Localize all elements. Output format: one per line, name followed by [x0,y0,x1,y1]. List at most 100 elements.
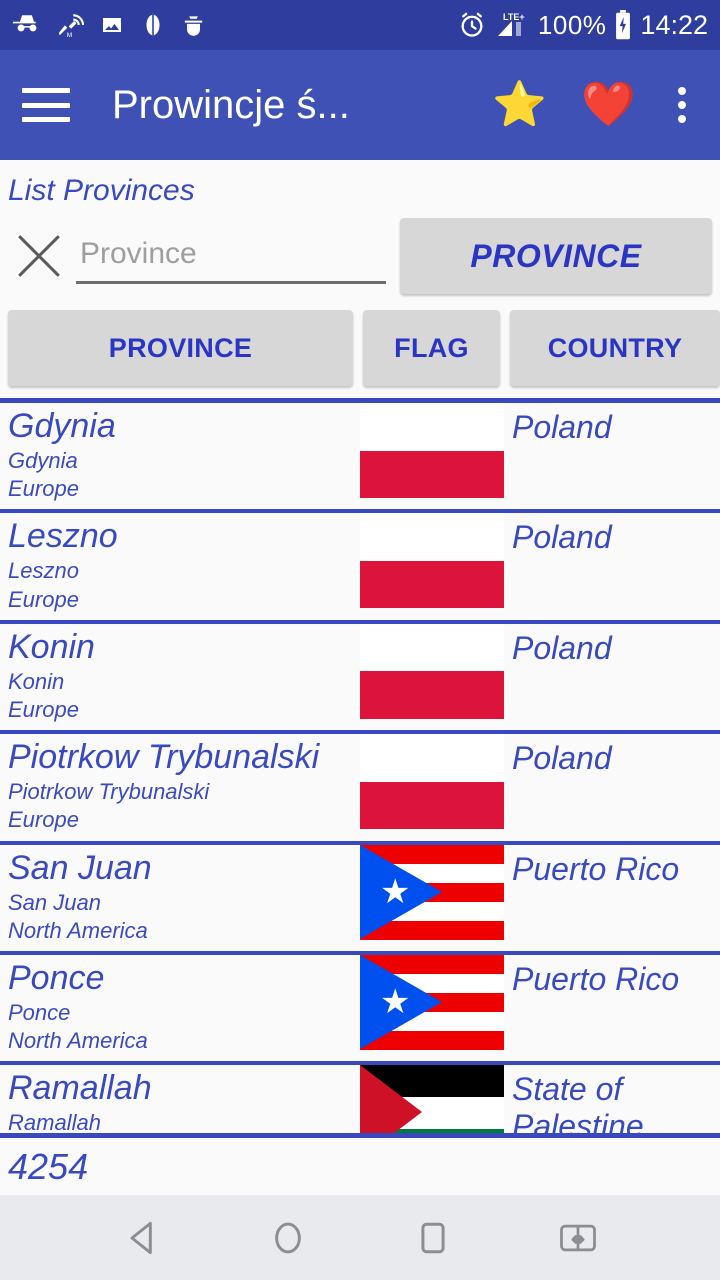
tab-country[interactable]: COUNTRY [510,310,720,386]
country-cell: Poland [504,624,720,730]
country-name: Puerto Rico [512,850,680,887]
flag-cell: ★ [360,844,504,951]
province-continent: Europe [8,697,79,723]
table-row[interactable]: Piotrkow Trybunalski Piotrkow Trybunalsk… [0,734,720,845]
alarm-icon [458,11,486,39]
province-name: San Juan [8,848,152,887]
recents-square-icon[interactable] [398,1203,468,1273]
row-text-block: San Juan San Juan North America [0,845,360,951]
country-cell: Poland [504,403,720,509]
province-name: Konin [8,627,95,666]
province-name: Ponce [8,958,105,997]
flag-cell [360,513,504,619]
app-bar-actions: ⭐ ❤️ [492,81,698,129]
flag-cell [360,1065,504,1133]
usb-icon [140,12,166,38]
province-input-wrapper [76,228,386,284]
battery-percent-label: 100% [537,9,607,40]
heart-icon[interactable]: ❤️ [581,83,636,127]
status-bar-right: LTE+ 100% 14:22 [458,10,708,41]
flag-cell [360,623,504,730]
country-name: Puerto Rico [512,960,680,997]
province-search-input[interactable] [76,228,386,284]
country-cell: Poland [504,734,720,840]
country-name: Poland [512,629,612,666]
search-row: PROVINCE [0,214,720,302]
app-bar: Prowincje ś... ⭐ ❤️ [0,50,720,160]
app-switch-icon[interactable] [543,1203,613,1273]
table-row[interactable]: Ramallah Ramallah Asia State of Palestin… [0,1065,720,1133]
table-row[interactable]: San Juan San Juan North America ★ Puerto… [0,844,720,955]
table-row[interactable]: Konin Konin Europe Poland [0,623,720,735]
province-search-button[interactable]: PROVINCE [400,218,712,294]
row-text-block: Ponce Ponce North America [0,955,360,1061]
status-bar: M LTE+ 100% 14:22 [0,0,720,50]
flag-puerto-rico-icon: ★ [360,954,504,1050]
network-signal-icon: LTE+ [494,10,530,40]
flag-poland-icon [360,403,504,498]
row-text-block: Leszno Leszno Europe [0,513,360,619]
tab-flag[interactable]: FLAG [363,310,500,386]
incognito-icon [12,12,42,38]
row-text-block: Piotrkow Trybunalski Piotrkow Trybunalsk… [0,734,360,840]
flag-cell [360,403,504,509]
star-icon[interactable]: ⭐ [492,83,547,127]
province-subname: Gdynia [8,448,78,474]
province-subname: Leszno [8,558,79,584]
table-row[interactable]: Gdynia Gdynia Europe Poland [0,403,720,514]
row-text-block: Ramallah Ramallah Asia [0,1065,360,1133]
country-name: Poland [512,740,612,777]
flag-poland-icon [360,623,504,719]
province-subname: Ramallah [8,1110,101,1133]
province-list[interactable]: Gdynia Gdynia Europe Poland Leszno Leszn… [0,398,720,1133]
flag-palestine-icon [360,1065,504,1133]
battery-charging-icon [614,10,632,40]
flag-cell [360,734,504,840]
province-subname: Piotrkow Trybunalski [8,779,210,805]
record-count-label: 4254 [8,1145,89,1187]
country-name: Poland [512,409,612,445]
home-circle-icon[interactable] [253,1203,323,1273]
record-count-bar: 4254 [0,1133,720,1195]
country-cell: Puerto Rico [504,845,720,951]
clear-x-icon[interactable] [8,225,70,287]
bug-icon [180,12,207,38]
province-continent: North America [8,917,148,943]
flag-cell: ★ [360,954,504,1061]
section-title: List Provinces [8,174,195,207]
flag-poland-icon [360,734,504,830]
flag-puerto-rico-icon: ★ [360,844,504,940]
svg-text:LTE+: LTE+ [503,12,525,22]
row-text-block: Konin Konin Europe [0,624,360,730]
province-subname: Ponce [8,1000,71,1026]
table-row[interactable]: Ponce Ponce North America ★ Puerto Rico [0,954,720,1066]
satellite-signal-icon: M [56,12,84,38]
country-cell: Poland [504,513,720,619]
image-icon [98,13,126,37]
overflow-menu-icon[interactable] [670,81,694,129]
svg-text:M: M [67,32,72,38]
app-screen: M LTE+ 100% 14:22 Prowincje ś... ⭐ ❤️ Li… [0,0,720,1280]
back-triangle-icon[interactable] [108,1203,178,1273]
sort-tab-row: PROVINCE FLAG COUNTRY [0,302,720,398]
country-name: Poland [512,519,612,556]
province-subname: San Juan [8,889,101,915]
table-row[interactable]: Leszno Leszno Europe Poland [0,513,720,624]
province-continent: Europe [8,476,79,502]
province-continent: Europe [8,807,79,833]
province-continent: North America [8,1028,148,1054]
status-bar-left-icons: M [12,12,207,38]
country-cell: Puerto Rico [504,955,720,1061]
province-continent: Europe [8,586,79,612]
province-name: Leszno [8,517,118,556]
province-subname: Konin [8,668,65,694]
province-name: Ramallah [8,1069,152,1108]
page-title: Prowincje ś... [112,82,350,127]
tab-province[interactable]: PROVINCE [8,310,353,386]
flag-poland-icon [360,513,504,609]
row-text-block: Gdynia Gdynia Europe [0,403,360,509]
android-navigation-bar [0,1195,720,1280]
province-name: Piotrkow Trybunalski [8,738,320,777]
country-cell: State of Palestine [504,1065,720,1133]
hamburger-menu-icon[interactable] [22,88,70,122]
